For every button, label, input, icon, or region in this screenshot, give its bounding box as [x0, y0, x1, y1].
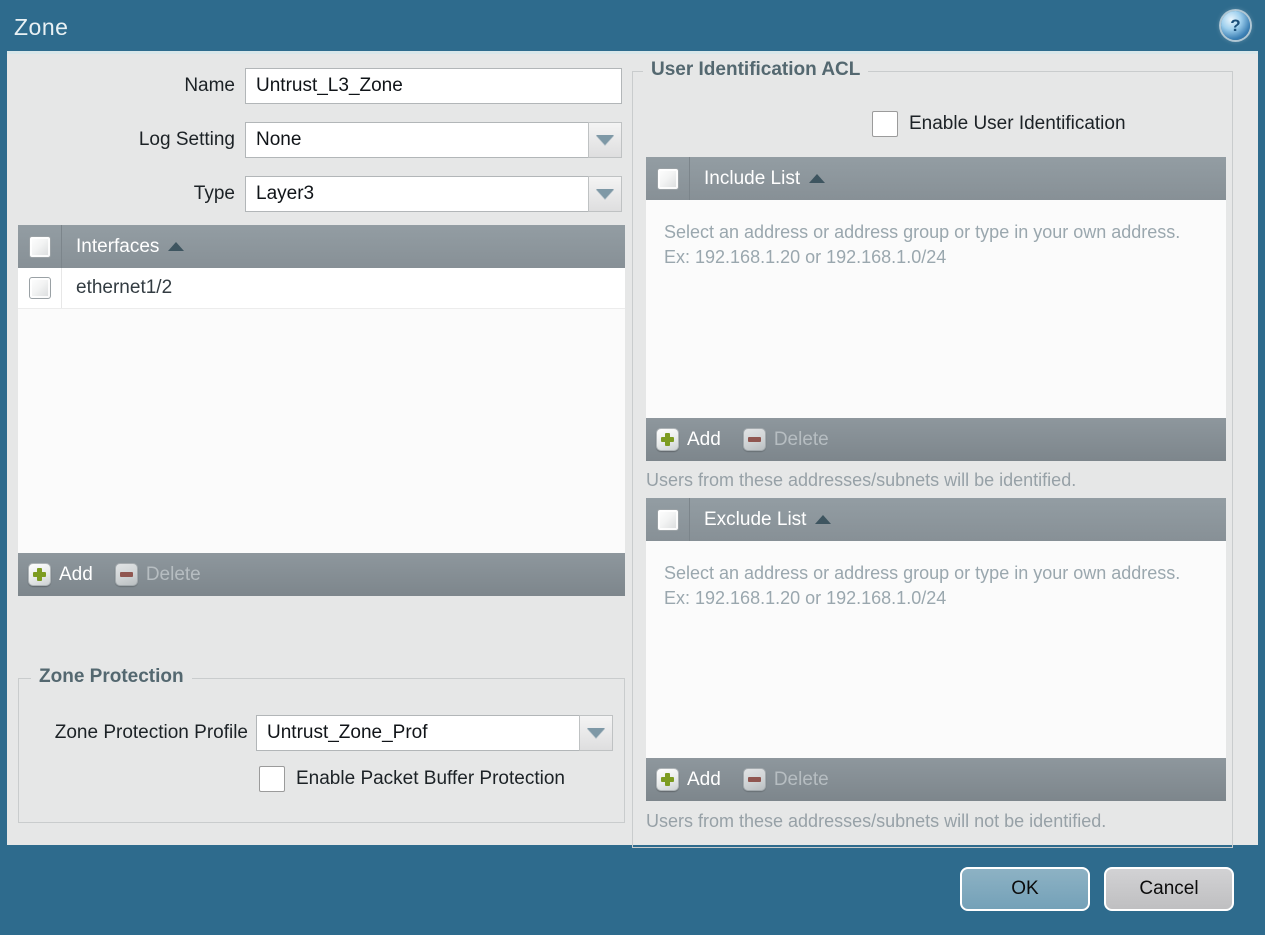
ok-button[interactable]: OK	[960, 867, 1090, 911]
interface-name: ethernet1/2	[76, 277, 173, 298]
add-button-label: Add	[59, 563, 93, 585]
log-setting-dropdown-button[interactable]	[588, 122, 622, 158]
interfaces-panel: Interfaces ethernet1/2 Add Delete	[18, 225, 625, 596]
include-list-placeholder: Select an address or address group or ty…	[664, 222, 1181, 267]
user-id-acl-section: User Identification ACL Enable User Iden…	[632, 59, 1233, 848]
zone-protection-profile-value[interactable]: Untrust_Zone_Prof	[256, 715, 579, 751]
include-list-footer: Add Delete	[646, 418, 1226, 461]
interfaces-header-label: Interfaces	[76, 235, 160, 257]
minus-icon	[114, 563, 138, 586]
include-list-caption: Users from these addresses/subnets will …	[646, 470, 1077, 490]
plus-icon	[28, 563, 51, 586]
delete-button-label: Delete	[145, 563, 201, 585]
zone-protection-profile-dropdown-button[interactable]	[579, 715, 613, 751]
table-row[interactable]: ethernet1/2	[18, 268, 625, 309]
include-list-header[interactable]: Include List	[646, 157, 1226, 200]
user-id-acl-legend: User Identification ACL	[643, 59, 869, 81]
zone-protection-profile-select[interactable]: Untrust_Zone_Prof	[256, 715, 613, 751]
include-list-header-label: Include List	[704, 167, 801, 189]
delete-button-label: Delete	[773, 768, 829, 790]
minus-icon	[742, 768, 766, 791]
help-icon[interactable]: ?	[1221, 11, 1250, 40]
dialog-body: Name Log Setting None Type Layer3 Interf…	[7, 51, 1258, 848]
include-select-all-cell	[646, 157, 690, 200]
exclude-list-body[interactable]: Select an address or address group or ty…	[646, 541, 1226, 758]
add-button[interactable]: Add	[28, 563, 93, 586]
exclude-select-all-cell	[646, 498, 690, 541]
exclude-select-all-checkbox[interactable]	[656, 508, 679, 531]
interfaces-header[interactable]: Interfaces	[18, 225, 625, 268]
plus-icon	[656, 428, 679, 451]
include-select-all-checkbox[interactable]	[656, 167, 679, 190]
delete-button-label: Delete	[773, 428, 829, 450]
exclude-list-caption: Users from these addresses/subnets will …	[646, 811, 1107, 831]
zone-protection-section: Zone Protection Zone Protection Profile …	[18, 666, 625, 823]
zone-protection-profile-label: Zone Protection Profile	[54, 722, 248, 743]
log-setting-value[interactable]: None	[245, 122, 588, 158]
type-value[interactable]: Layer3	[245, 176, 588, 212]
type-select[interactable]: Layer3	[245, 176, 622, 212]
sort-asc-icon	[809, 174, 826, 183]
delete-button[interactable]: Delete	[742, 768, 829, 791]
name-input[interactable]	[245, 68, 622, 104]
add-button-label: Add	[687, 768, 721, 790]
exclude-list-placeholder: Select an address or address group or ty…	[664, 563, 1181, 608]
zone-protection-legend: Zone Protection	[31, 666, 192, 688]
log-setting-label: Log Setting	[138, 129, 235, 150]
chevron-down-icon	[596, 135, 614, 145]
cancel-button[interactable]: Cancel	[1104, 867, 1234, 911]
sort-asc-icon	[168, 242, 185, 251]
type-label: Type	[193, 183, 235, 204]
packet-buffer-protection-checkbox[interactable]	[259, 766, 285, 792]
interfaces-body: ethernet1/2	[18, 268, 625, 553]
minus-icon	[742, 428, 766, 451]
exclude-list-header[interactable]: Exclude List	[646, 498, 1226, 541]
add-button-label: Add	[687, 428, 721, 450]
dialog-title: Zone	[14, 14, 69, 40]
include-list-body[interactable]: Select an address or address group or ty…	[646, 200, 1226, 418]
row-checkbox[interactable]	[28, 277, 51, 299]
plus-icon	[656, 768, 679, 791]
enable-user-identification-label: Enable User Identification	[909, 113, 1126, 134]
exclude-list-header-label: Exclude List	[704, 508, 807, 530]
name-label: Name	[184, 75, 235, 96]
delete-button[interactable]: Delete	[114, 563, 201, 586]
interfaces-select-all-checkbox[interactable]	[28, 235, 51, 258]
log-setting-select[interactable]: None	[245, 122, 622, 158]
chevron-down-icon	[587, 728, 605, 738]
include-list-panel: Include List Select an address or addres…	[646, 157, 1226, 461]
interfaces-select-all-cell	[18, 225, 62, 268]
exclude-list-panel: Exclude List Select an address or addres…	[646, 498, 1226, 801]
packet-buffer-protection-label: Enable Packet Buffer Protection	[296, 768, 565, 789]
row-checkbox-cell	[18, 268, 62, 308]
chevron-down-icon	[596, 189, 614, 199]
exclude-list-footer: Add Delete	[646, 758, 1226, 801]
enable-user-identification-checkbox[interactable]	[872, 111, 898, 137]
delete-button[interactable]: Delete	[742, 428, 829, 451]
type-dropdown-button[interactable]	[588, 176, 622, 212]
add-button[interactable]: Add	[656, 428, 721, 451]
sort-asc-icon	[815, 515, 832, 524]
interfaces-footer: Add Delete	[18, 553, 625, 596]
add-button[interactable]: Add	[656, 768, 721, 791]
